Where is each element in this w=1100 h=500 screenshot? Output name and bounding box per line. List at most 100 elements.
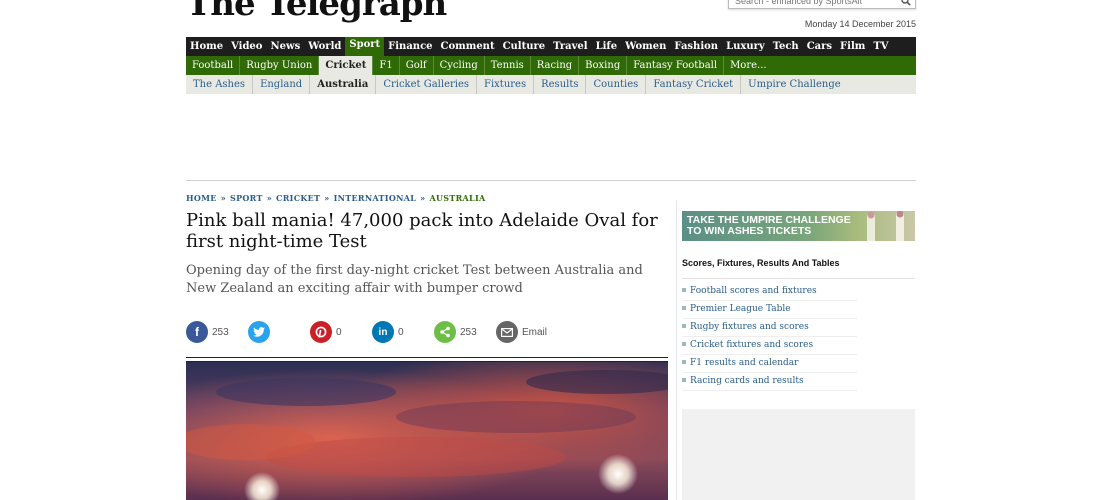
breadcrumb-separator: » <box>266 193 273 203</box>
bullet-icon <box>682 360 686 364</box>
linkedin-icon: in <box>372 321 394 343</box>
nav-item-culture[interactable]: Culture <box>499 37 550 56</box>
sport-nav-more[interactable]: More... <box>724 56 773 75</box>
link-label: Rugby fixtures and scores <box>690 322 809 332</box>
nav-item-news[interactable]: News <box>266 37 304 56</box>
link-racing-cards[interactable]: Racing cards and results <box>682 373 857 391</box>
cricket-nav-the-ashes[interactable]: The Ashes <box>186 75 254 94</box>
link-label: F1 results and calendar <box>690 358 799 368</box>
advert-placeholder <box>682 409 915 500</box>
sport-nav-golf[interactable]: Golf <box>400 56 434 75</box>
cricket-nav-fixtures[interactable]: Fixtures <box>477 75 535 94</box>
logo[interactable]: The Telegraph <box>186 0 447 24</box>
sport-nav: Football Rugby Union Cricket F1 Golf Cyc… <box>186 56 916 75</box>
nav-item-travel[interactable]: Travel <box>549 37 591 56</box>
breadcrumb: HOME» SPORT» CRICKET» INTERNATIONAL» AUSTRAL… <box>186 193 486 203</box>
umpire-challenge-promo[interactable]: TAKE THE UMPIRE CHALLENGE TO WIN ASHES T… <box>682 211 915 241</box>
link-cricket-fixtures[interactable]: Cricket fixtures and scores <box>682 337 857 355</box>
breadcrumb-cricket[interactable]: CRICKET <box>276 193 320 203</box>
cricket-nav-cricket-galleries[interactable]: Cricket Galleries <box>376 75 478 94</box>
cricket-nav-counties[interactable]: Counties <box>586 75 647 94</box>
breadcrumb-sport[interactable]: SPORT <box>230 193 263 203</box>
sport-nav-cricket[interactable]: Cricket <box>319 56 374 75</box>
share-icon <box>434 321 456 343</box>
link-rugby-fixtures[interactable]: Rugby fixtures and scores <box>682 319 857 337</box>
link-label: Cricket fixtures and scores <box>690 340 814 350</box>
twitter-share-button[interactable] <box>248 320 270 344</box>
article-headline: Pink ball mania! 47,000 pack into Adelai… <box>186 210 658 252</box>
breadcrumb-separator: » <box>220 193 226 203</box>
column-divider <box>676 200 677 500</box>
facebook-icon: f <box>186 321 208 343</box>
link-f1-results[interactable]: F1 results and calendar <box>682 355 857 373</box>
nav-item-sport[interactable]: Sport <box>345 37 385 56</box>
share-bar: f 253 0 in 0 253 Email <box>186 320 668 344</box>
nav-item-video[interactable]: Video <box>227 37 266 56</box>
cricket-nav-australia[interactable]: Australia <box>310 75 377 94</box>
sport-nav-boxing[interactable]: Boxing <box>579 56 628 75</box>
sport-nav-fantasy-football[interactable]: Fantasy Football <box>627 56 725 75</box>
nav-item-comment[interactable]: Comment <box>437 37 499 56</box>
sport-nav-f1[interactable]: F1 <box>373 56 400 75</box>
sport-nav-cycling[interactable]: Cycling <box>434 56 485 75</box>
email-share-label: Email <box>522 326 548 338</box>
nav-item-film[interactable]: Film <box>836 37 869 56</box>
pinterest-icon <box>310 321 332 343</box>
cricket-nav-england[interactable]: England <box>253 75 311 94</box>
breadcrumb-home[interactable]: HOME <box>186 193 217 203</box>
bullet-icon <box>682 324 686 328</box>
sport-nav-tennis[interactable]: Tennis <box>485 56 531 75</box>
nav-item-fashion[interactable]: Fashion <box>670 37 722 56</box>
email-share-button[interactable]: Email <box>496 320 547 344</box>
linkedin-share-count: 0 <box>398 326 404 338</box>
link-label: Football scores and fixtures <box>690 286 817 296</box>
nav-item-home[interactable]: Home <box>186 37 227 56</box>
facebook-share-button[interactable]: f 253 <box>186 320 229 344</box>
nav-item-world[interactable]: World <box>304 37 345 56</box>
divider <box>186 180 916 181</box>
breadcrumb-australia[interactable]: AUSTRALIA <box>429 193 485 203</box>
search-icon[interactable] <box>901 0 911 6</box>
sport-nav-rugby-union[interactable]: Rugby Union <box>240 56 320 75</box>
sunset-sky-photo <box>186 362 668 500</box>
article-standfirst: Opening day of the first day-night crick… <box>186 263 643 296</box>
nav-item-luxury[interactable]: Luxury <box>722 37 769 56</box>
bullet-icon <box>682 288 686 292</box>
sidebar-title: Scores, Fixtures, Results And Tables <box>682 258 840 268</box>
pinterest-share-count: 0 <box>336 326 342 338</box>
bullet-icon <box>682 378 686 382</box>
linkedin-share-button[interactable]: in 0 <box>372 320 404 344</box>
article-hero-image[interactable] <box>186 362 668 500</box>
nav-item-cars[interactable]: Cars <box>803 37 836 56</box>
nav-item-life[interactable]: Life <box>592 37 622 56</box>
link-football-scores[interactable]: Football scores and fixtures <box>682 283 857 301</box>
cricket-nav-results[interactable]: Results <box>534 75 587 94</box>
sidebar-divider <box>682 278 915 279</box>
facebook-share-count: 253 <box>212 326 229 338</box>
link-label: Racing cards and results <box>690 376 804 386</box>
page: The Telegraph Search - enhanced by Sport… <box>186 0 916 500</box>
sport-nav-racing[interactable]: Racing <box>531 56 580 75</box>
nav-item-women[interactable]: Women <box>621 37 670 56</box>
generic-share-button[interactable]: 253 <box>434 320 477 344</box>
cricket-nav-fantasy-cricket[interactable]: Fantasy Cricket <box>646 75 742 94</box>
nav-item-tech[interactable]: Tech <box>769 37 803 56</box>
search-input[interactable]: Search - enhanced by SportsAlt <box>728 0 916 9</box>
link-premier-league-table[interactable]: Premier League Table <box>682 301 857 319</box>
date: Monday 14 December 2015 <box>804 19 916 29</box>
breadcrumb-international[interactable]: INTERNATIONAL <box>334 193 417 203</box>
search-placeholder: Search - enhanced by SportsAlt <box>735 0 863 6</box>
bullet-icon <box>682 342 686 346</box>
email-icon <box>496 321 518 343</box>
nav-item-finance[interactable]: Finance <box>384 37 436 56</box>
nav-item-tv[interactable]: TV <box>869 37 892 56</box>
primary-nav: Home Video News World Sport Finance Comm… <box>186 37 916 56</box>
twitter-icon <box>248 321 270 343</box>
bullet-icon <box>682 306 686 310</box>
breadcrumb-separator: » <box>324 193 330 203</box>
promo-players-image <box>867 211 904 241</box>
scores-links-list: Football scores and fixtures Premier Lea… <box>682 283 857 391</box>
cricket-nav-umpire-challenge[interactable]: Umpire Challenge <box>741 75 848 94</box>
sport-nav-football[interactable]: Football <box>186 56 241 75</box>
pinterest-share-button[interactable]: 0 <box>310 320 342 344</box>
